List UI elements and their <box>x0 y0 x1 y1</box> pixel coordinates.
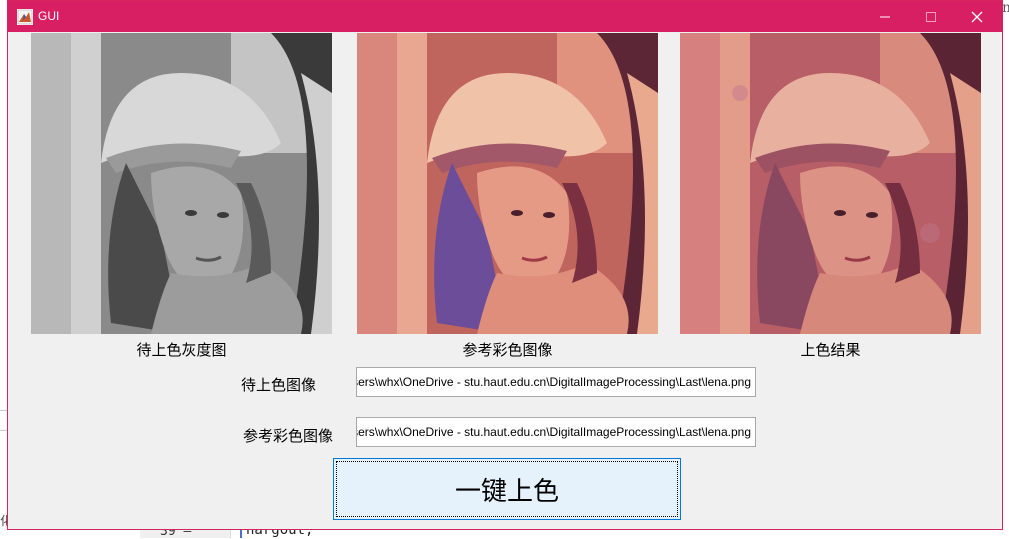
lena-grayscale-image <box>31 33 332 334</box>
target-image-path-field[interactable]: C:\Users\whx\OneDrive - stu.haut.edu.cn\… <box>356 367 756 397</box>
grayscale-image-caption: 待上色灰度图 <box>136 341 227 359</box>
gui-window: GUI 待上色灰度图 参考彩色图像 上色结果 待上色图像 C:\Users\wh… <box>7 0 1003 530</box>
title-bar[interactable]: GUI <box>8 1 1002 32</box>
lena-colorized-result-image <box>680 33 981 334</box>
close-button[interactable] <box>954 1 1000 32</box>
lena-color-reference-image <box>357 33 658 334</box>
reference-image-label: 参考彩色图像 <box>243 427 334 445</box>
colorize-button[interactable]: 一键上色 <box>333 458 681 520</box>
background-desktop-right <box>1003 0 1009 538</box>
close-icon <box>971 11 983 22</box>
target-image-path-text: C:\Users\whx\OneDrive - stu.haut.edu.cn\… <box>356 375 751 389</box>
minimize-button[interactable] <box>862 1 908 32</box>
result-image-caption: 上色结果 <box>800 341 861 359</box>
background-fold-marker <box>240 530 242 538</box>
reference-image-caption: 参考彩色图像 <box>462 341 553 359</box>
matlab-app-icon <box>17 9 33 25</box>
reference-color-image-panel <box>357 33 658 334</box>
reference-image-path-text: C:\Users\whx\OneDrive - stu.haut.edu.cn\… <box>356 425 751 439</box>
minimize-icon <box>880 16 890 17</box>
background-text: n <box>1002 0 1009 16</box>
reference-image-path-field[interactable]: C:\Users\whx\OneDrive - stu.haut.edu.cn\… <box>356 417 756 447</box>
window-title: GUI <box>38 9 60 23</box>
maximize-button[interactable] <box>908 1 954 32</box>
grayscale-image-panel <box>31 33 332 334</box>
colorized-result-image-panel <box>680 33 981 334</box>
maximize-icon <box>926 11 936 22</box>
target-image-label: 待上色图像 <box>241 376 317 394</box>
